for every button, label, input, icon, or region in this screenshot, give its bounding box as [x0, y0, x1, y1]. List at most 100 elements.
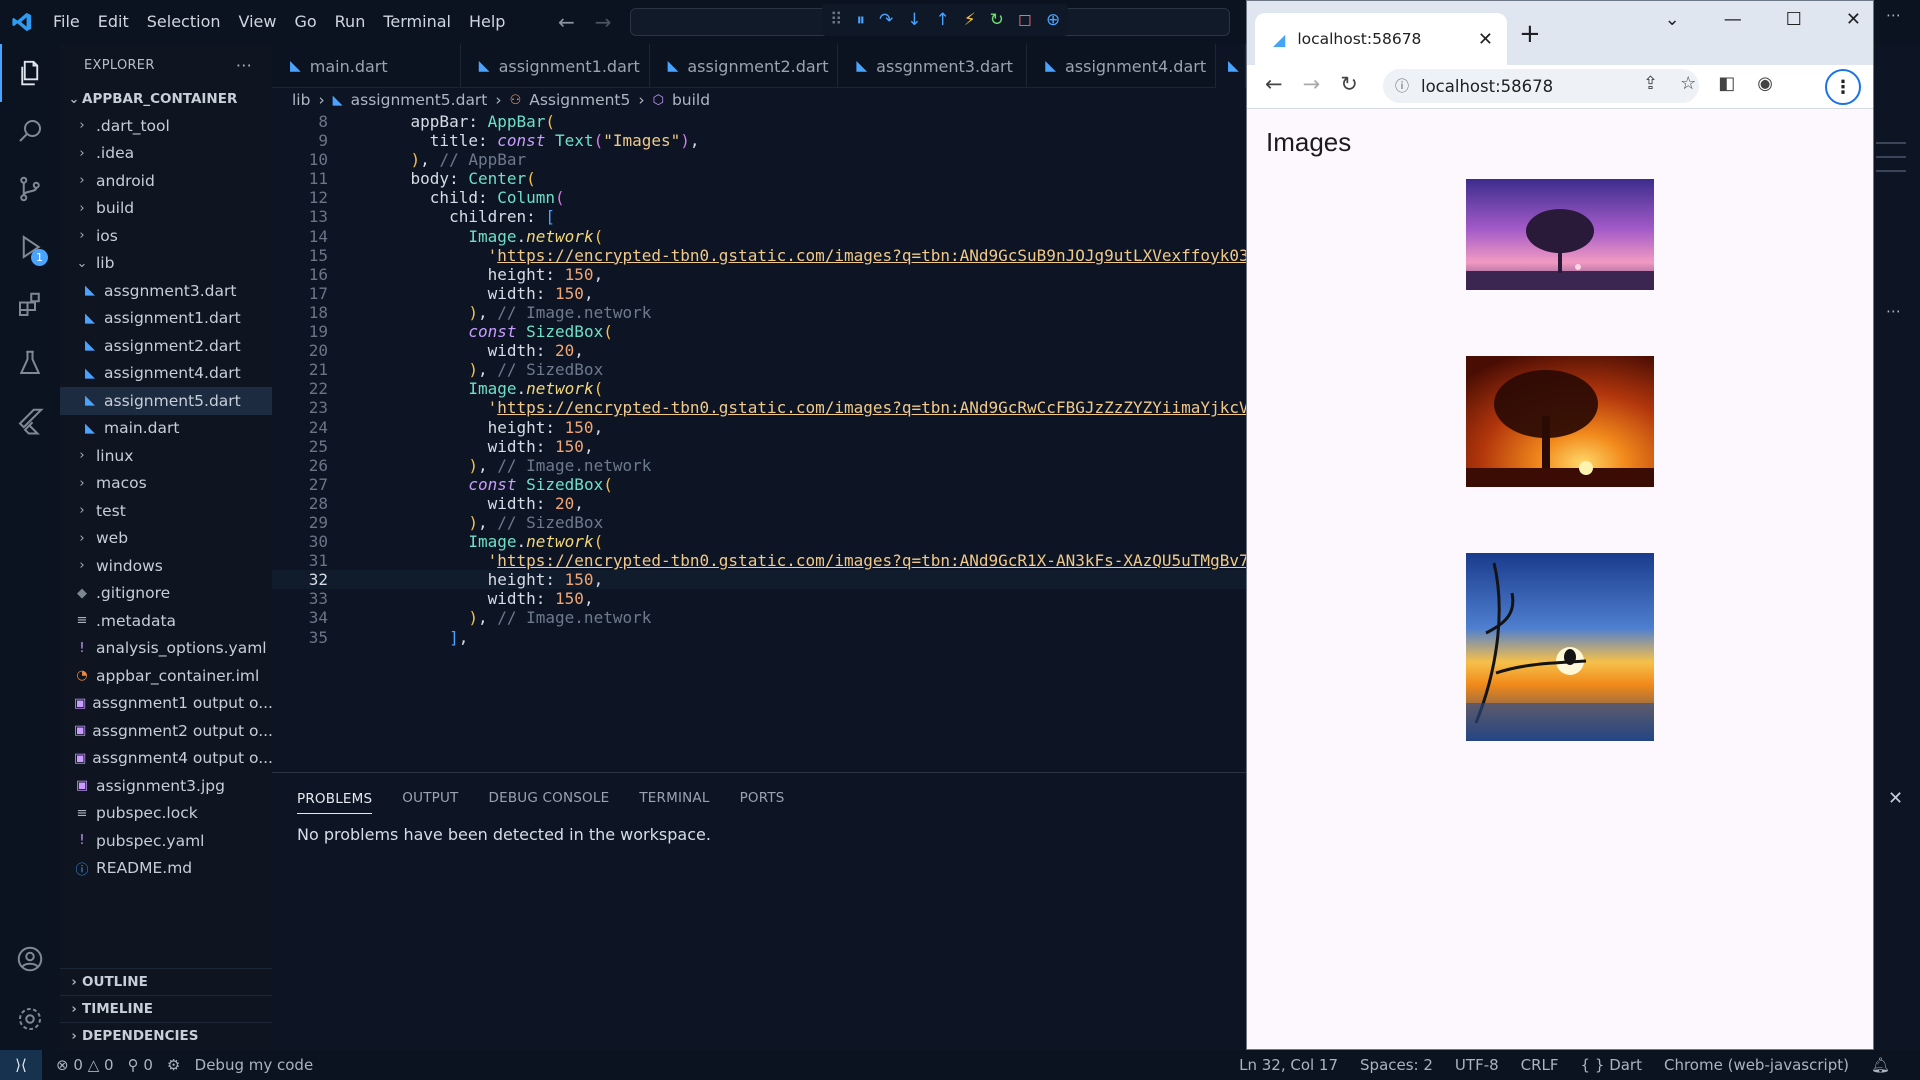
dependencies-section[interactable]: › DEPENDENCIES — [60, 1022, 272, 1049]
tree-item[interactable]: ◔ appbar_container.iml — [60, 662, 272, 690]
tree-item[interactable]: ⌄ lib — [60, 250, 272, 278]
close-panel-icon[interactable]: ✕ — [1888, 788, 1903, 809]
minimize-icon[interactable]: — — [1724, 9, 1742, 30]
browser-tab[interactable]: ◢ localhost:58678 ✕ — [1255, 13, 1507, 65]
code-line[interactable]: 27 const SizedBox( — [272, 475, 1246, 494]
code-line[interactable]: 13 children: [ — [272, 207, 1246, 226]
code-line[interactable]: 14 Image.network( — [272, 227, 1246, 246]
tree-item[interactable]: ▣ assignment3.jpg — [60, 772, 272, 800]
line-ending[interactable]: CRLF — [1521, 1056, 1559, 1074]
tab-assignment1-dart[interactable]: ◣ assignment1.dart — [461, 44, 650, 88]
forward-arrow-icon[interactable]: → — [595, 10, 612, 34]
panel-tab-terminal[interactable]: TERMINAL — [639, 790, 709, 806]
tree-item[interactable]: ! analysis_options.yaml — [60, 635, 272, 663]
share-icon[interactable]: ⇪ — [1643, 73, 1658, 94]
code-line[interactable]: 22 Image.network( — [272, 379, 1246, 398]
panel-tab-problems[interactable]: PROBLEMS — [297, 791, 373, 814]
tree-item[interactable]: ! pubspec.yaml — [60, 827, 272, 855]
tab-assignment4-dart[interactable]: ◣ assignment4.dart — [1027, 44, 1216, 88]
menu-terminal[interactable]: Terminal — [374, 0, 460, 44]
tree-item[interactable]: › .dart_tool — [60, 112, 272, 140]
tree-item[interactable]: ◣ assignment4.dart — [60, 360, 272, 388]
code-line[interactable]: 23 'https://encrypted-tbn0.gstatic.com/i… — [272, 398, 1246, 417]
settings-gear-icon[interactable] — [0, 990, 60, 1048]
panel-tab-ports[interactable]: PORTS — [740, 790, 785, 806]
hot-reload-icon[interactable]: ⚡ — [964, 10, 976, 30]
code-line[interactable]: 34 ), // Image.network — [272, 608, 1246, 627]
workspace-root[interactable]: ⌄ APPBAR_CONTAINER — [60, 86, 272, 112]
code-line[interactable]: 8 appBar: AppBar( — [272, 112, 1246, 131]
menu-view[interactable]: View — [230, 0, 286, 44]
menu-go[interactable]: Go — [285, 0, 325, 44]
step-into-icon[interactable]: ↓ — [907, 10, 921, 30]
tab-assgnment3-dart[interactable]: ◣ assgnment3.dart — [838, 44, 1028, 88]
tree-item[interactable]: › macos — [60, 470, 272, 498]
code-line[interactable]: 29 ), // SizedBox — [272, 513, 1246, 532]
code-line[interactable]: 16 height: 150, — [272, 265, 1246, 284]
tree-item[interactable]: › test — [60, 497, 272, 525]
remote-icon[interactable]: ⟩⟨ — [0, 1050, 42, 1080]
back-arrow-icon[interactable]: ← — [558, 10, 575, 34]
bookmark-star-icon[interactable]: ☆ — [1680, 73, 1696, 94]
tree-item[interactable]: › ios — [60, 222, 272, 250]
tree-item[interactable]: ◣ assignment5.dart — [60, 387, 272, 415]
tree-item[interactable]: ◣ assignment1.dart — [60, 305, 272, 333]
code-line[interactable]: 26 ), // Image.network — [272, 456, 1246, 475]
step-over-icon[interactable]: ↷ — [879, 10, 893, 30]
flutter-icon[interactable] — [0, 392, 60, 450]
step-out-icon[interactable]: ↑ — [935, 10, 949, 30]
code-line[interactable]: 9 title: const Text("Images"), — [272, 131, 1246, 150]
testing-icon[interactable] — [0, 334, 60, 392]
breadcrumb-method[interactable]: build — [672, 91, 710, 109]
code-line[interactable]: 15 'https://encrypted-tbn0.gstatic.com/i… — [272, 246, 1246, 265]
tree-item[interactable]: ◣ assgnment3.dart — [60, 277, 272, 305]
close-window-icon[interactable]: ✕ — [1846, 9, 1861, 30]
outline-section[interactable]: › OUTLINE — [60, 968, 272, 995]
run-debug-icon[interactable]: 1 — [0, 218, 60, 276]
problems-status[interactable]: ⊗ 0 △ 0 — [56, 1056, 114, 1074]
menu-selection[interactable]: Selection — [138, 0, 230, 44]
search-icon[interactable] — [0, 102, 60, 160]
tree-item[interactable]: › build — [60, 195, 272, 223]
pause-icon[interactable]: ⏸ — [856, 10, 865, 30]
site-info-icon[interactable]: ⓘ — [1395, 76, 1409, 96]
code-line[interactable]: 33 width: 150, — [272, 589, 1246, 608]
notifications-bell-icon[interactable]: 🔔︎ — [1871, 1056, 1890, 1074]
timeline-section[interactable]: › TIMELINE — [60, 995, 272, 1022]
code-line[interactable]: 28 width: 20, — [272, 494, 1246, 513]
target-device[interactable]: Chrome (web-javascript) — [1664, 1056, 1849, 1074]
chrome-menu-icon[interactable]: ⋮ — [1825, 69, 1861, 105]
tree-item[interactable]: ▣ assgnment2 output o... — [60, 717, 272, 745]
tree-item[interactable]: ◣ main.dart — [60, 415, 272, 443]
account-icon[interactable] — [0, 930, 60, 988]
panel-tab-debug-console[interactable]: DEBUG CONSOLE — [489, 790, 610, 806]
tree-item[interactable]: ⓘ README.md — [60, 855, 272, 883]
code-line[interactable]: 31 'https://encrypted-tbn0.gstatic.com/i… — [272, 551, 1246, 570]
profile-icon[interactable]: ◉ — [1757, 73, 1773, 94]
more-actions-icon[interactable]: ⋯ — [1886, 302, 1901, 320]
tree-item[interactable]: › linux — [60, 442, 272, 470]
ports-status[interactable]: ⚲ 0 — [128, 1056, 153, 1074]
hot-restart-icon[interactable]: ↻ — [990, 10, 1004, 30]
debug-status[interactable]: ⚙ Debug my code — [167, 1056, 313, 1074]
menu-help[interactable]: Help — [460, 0, 514, 44]
tree-item[interactable]: › android — [60, 167, 272, 195]
code-line[interactable]: 21 ), // SizedBox — [272, 360, 1246, 379]
tree-item[interactable]: › web — [60, 525, 272, 553]
tree-item[interactable]: › .idea — [60, 140, 272, 168]
code-line[interactable]: 12 child: Column( — [272, 188, 1246, 207]
breadcrumb-class[interactable]: Assignment5 — [529, 91, 630, 109]
code-line[interactable]: 19 const SizedBox( — [272, 322, 1246, 341]
close-tab-icon[interactable]: ✕ — [1478, 29, 1493, 50]
panel-tab-output[interactable]: OUTPUT — [402, 790, 458, 806]
code-line[interactable]: 11 body: Center( — [272, 169, 1246, 188]
tab-search-chevron-icon[interactable]: ⌄ — [1665, 9, 1680, 30]
tree-item[interactable]: ◆ .gitignore — [60, 580, 272, 608]
menu-edit[interactable]: Edit — [89, 0, 138, 44]
tree-item[interactable]: ▣ assgnment1 output o... — [60, 690, 272, 718]
extensions-icon[interactable] — [0, 276, 60, 334]
reload-icon[interactable]: ↻ — [1340, 72, 1358, 96]
tree-item[interactable]: › windows — [60, 552, 272, 580]
more-actions-icon[interactable]: ⋯ — [1886, 6, 1901, 24]
code-line[interactable]: 18 ), // Image.network — [272, 303, 1246, 322]
